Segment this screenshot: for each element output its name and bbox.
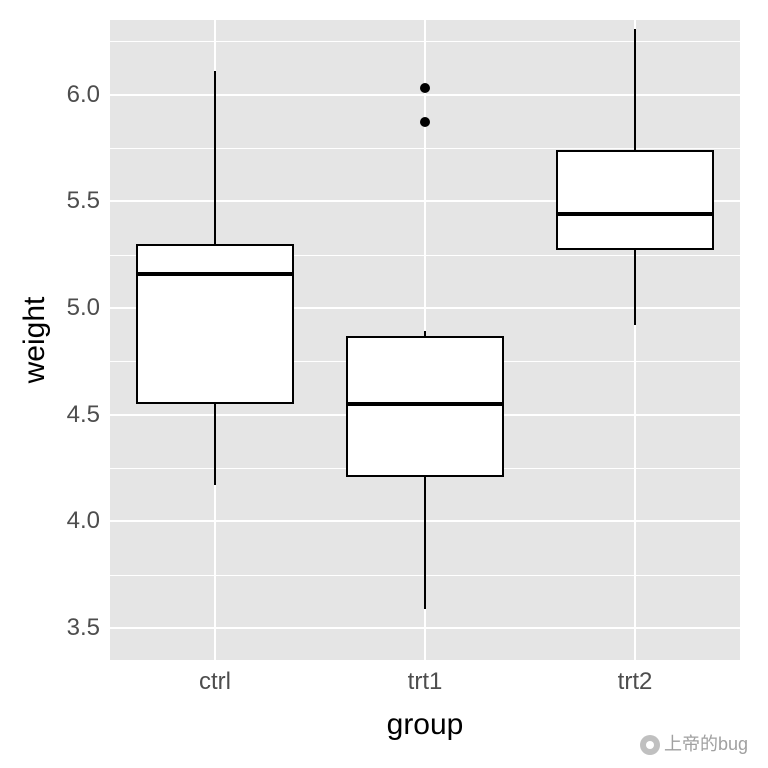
y-axis-title: weight xyxy=(18,297,52,384)
y-tick-label: 5.0 xyxy=(67,294,110,322)
whisker-upper xyxy=(634,29,636,151)
box xyxy=(556,150,714,250)
box xyxy=(136,244,294,404)
boxplot-trt2 xyxy=(556,20,714,660)
box xyxy=(346,336,504,477)
median-line xyxy=(346,402,504,406)
whisker-lower xyxy=(634,250,636,325)
y-tick-label: 5.5 xyxy=(67,187,110,215)
boxplot-trt1 xyxy=(346,20,504,660)
x-tick-label: ctrl xyxy=(199,660,231,696)
x-axis-title: group xyxy=(387,708,464,742)
x-tick-label: trt1 xyxy=(408,660,443,696)
watermark-icon xyxy=(640,735,660,755)
y-tick-label: 6.0 xyxy=(67,81,110,109)
y-tick-label: 3.5 xyxy=(67,614,110,642)
watermark: 上帝的bug xyxy=(640,730,748,756)
whisker-upper xyxy=(214,71,216,244)
y-tick-label: 4.5 xyxy=(67,401,110,429)
plot-panel: 3.54.04.55.05.56.0ctrltrt1trt2 xyxy=(110,20,740,660)
outlier-point xyxy=(420,83,430,93)
whisker-lower xyxy=(214,404,216,485)
outlier-point xyxy=(420,117,430,127)
median-line xyxy=(136,272,294,276)
boxplot-ctrl xyxy=(136,20,294,660)
chart-figure: 3.54.04.55.05.56.0ctrltrt1trt2 weight gr… xyxy=(0,0,768,768)
median-line xyxy=(556,212,714,216)
watermark-text: 上帝的bug xyxy=(664,734,748,754)
x-tick-label: trt2 xyxy=(618,660,653,696)
y-tick-label: 4.0 xyxy=(67,507,110,535)
whisker-lower xyxy=(424,477,426,609)
